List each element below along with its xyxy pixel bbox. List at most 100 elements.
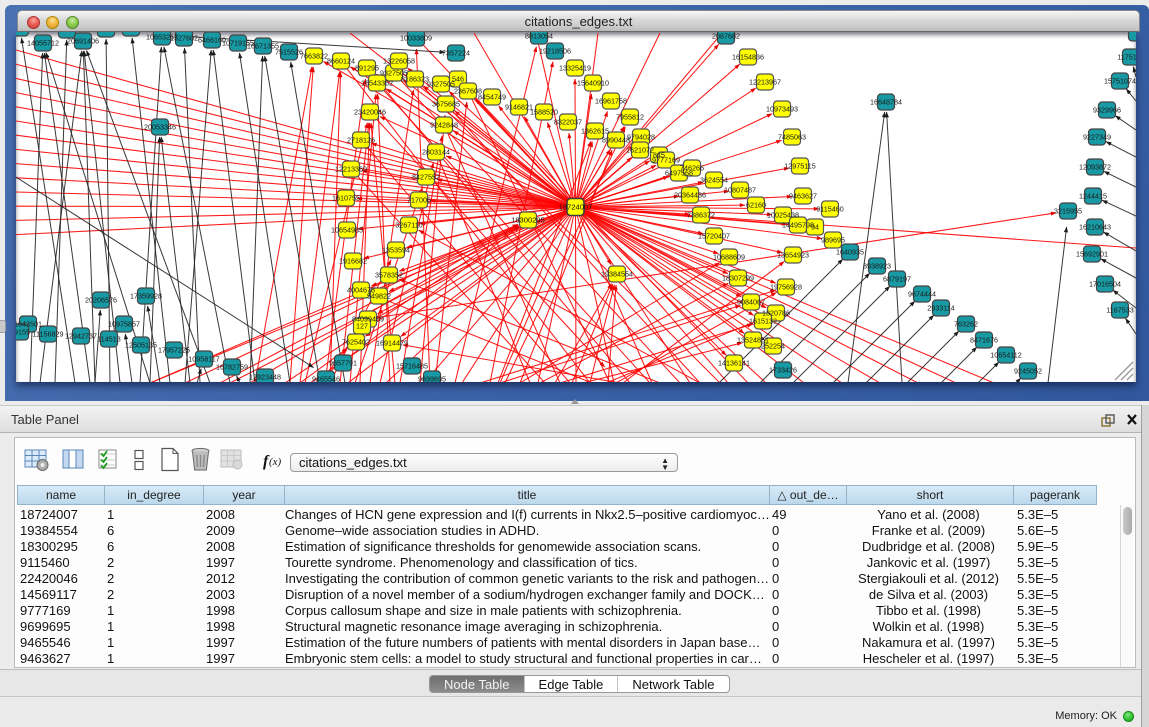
svg-text:18724007: 18724007 [559,203,593,212]
svg-text:10033809: 10033809 [400,33,432,42]
svg-text:9115460: 9115460 [816,204,843,213]
svg-text:16648784: 16648784 [870,97,902,106]
svg-text:23420046: 23420046 [354,107,386,116]
svg-text:3267110: 3267110 [395,220,422,229]
svg-text:15640910: 15640910 [577,78,609,87]
svg-text:9146821: 9146821 [505,102,533,111]
svg-text:17016504: 17016504 [1089,279,1121,288]
svg-text:20206576: 20206576 [85,295,117,304]
svg-text:8186323: 8186323 [401,74,429,83]
svg-text:10688609: 10688609 [713,252,745,261]
svg-text:16914479: 16914479 [376,338,408,347]
svg-text:19756928: 19756928 [770,282,802,291]
svg-text:9329966: 9329966 [1093,105,1121,114]
svg-text:9777169: 9777169 [652,155,680,164]
svg-text:14136141: 14136141 [718,358,750,367]
svg-text:1588520: 1588520 [530,107,558,116]
svg-text:9084067: 9084067 [737,297,765,306]
svg-text:94: 94 [811,222,819,231]
svg-text:1353594: 1353594 [382,245,410,254]
svg-text:746266: 746266 [680,163,704,172]
svg-text:19218506: 19218506 [539,46,571,55]
svg-text:989695: 989695 [821,235,845,244]
svg-text:16210643: 16210643 [1079,222,1111,231]
svg-text:6879197: 6879197 [883,274,911,283]
svg-text:14495798: 14495798 [782,220,814,229]
svg-text:1621072: 1621072 [626,145,654,154]
svg-text:1167533: 1167533 [1106,305,1133,314]
svg-text:18300295: 18300295 [511,215,545,224]
svg-text:17359928: 17359928 [130,291,162,300]
svg-text:9674444: 9674444 [908,289,936,298]
svg-text:11156829: 11156829 [33,329,64,338]
svg-text:10807487: 10807487 [724,185,756,194]
svg-text:12505135: 12505135 [125,340,157,349]
svg-text:7357224: 7357224 [442,48,470,57]
svg-text:16543362: 16543362 [361,78,393,87]
svg-text:717006: 717006 [407,195,431,204]
svg-text:3215955: 3215955 [1054,206,1082,215]
svg-text:891295: 891295 [355,63,379,72]
svg-text:1175107: 1175107 [1117,52,1136,61]
svg-text:99155: 99155 [16,327,30,336]
svg-text:12923448: 12923448 [249,372,281,381]
svg-text:16782759: 16782759 [216,362,248,371]
svg-text:1615132: 1615132 [749,316,777,325]
svg-text:2933114: 2933114 [927,303,954,312]
svg-text:9463627: 9463627 [789,191,817,200]
svg-text:15751074: 15751074 [1104,76,1136,85]
svg-text:9242848: 9242848 [430,120,458,129]
svg-text:252254: 252254 [761,341,785,350]
svg-text:10025438: 10025438 [767,210,799,219]
svg-text:12093872: 12093872 [1079,162,1111,171]
svg-text:16154836: 16154836 [732,52,764,61]
svg-text:763262: 763262 [954,319,978,328]
svg-text:8813054: 8813054 [525,32,553,40]
svg-text:7955812: 7955812 [616,112,644,121]
svg-text:2803144: 2803144 [422,147,450,156]
svg-text:8454749: 8454749 [478,92,506,101]
svg-text:3624554: 3624554 [700,175,728,184]
svg-text:18307299: 18307299 [722,273,754,282]
svg-text:62160: 62160 [746,200,766,209]
svg-text:3675685: 3675685 [432,99,460,108]
svg-text:12213369: 12213369 [335,164,367,173]
svg-text:2087682: 2087682 [712,32,740,40]
svg-text:7515526: 7515526 [275,47,303,56]
svg-text:10958117: 10958117 [188,354,219,363]
svg-text:10654112: 10654112 [990,350,1021,359]
svg-text:13325419: 13325419 [559,63,591,72]
svg-text:14055712: 14055712 [27,38,59,47]
svg-text:15716485: 15716485 [396,361,428,370]
svg-text:1733426: 1733426 [769,365,797,374]
svg-text:8471676: 8471676 [970,335,998,344]
svg-text:546: 546 [452,74,464,83]
svg-text:1610755: 1610755 [332,193,360,202]
svg-text:1527602: 1527602 [170,33,198,42]
svg-text:8938923: 8938923 [863,261,891,270]
svg-text:8990448: 8990448 [602,135,630,144]
svg-text:15720407: 15720407 [698,231,730,240]
svg-text:7663822: 7663822 [300,51,328,60]
svg-text:7625402: 7625402 [342,337,370,346]
svg-text:127: 127 [356,321,368,330]
svg-text:9465546: 9465546 [312,374,340,382]
svg-text:549822: 549822 [367,291,391,300]
svg-text:17957225: 17957225 [158,345,190,354]
svg-text:10975857: 10975857 [108,319,140,328]
svg-text:20691406: 20691406 [67,36,99,45]
svg-text:9794028: 9794028 [627,132,655,141]
svg-text:1916682: 1916682 [339,256,367,265]
svg-text:9699695: 9699695 [418,374,446,382]
svg-text:16961758: 16961758 [595,96,627,105]
svg-text:13654923: 13654923 [777,250,809,259]
svg-text:1640935: 1640935 [836,247,864,256]
svg-text:9227349: 9227349 [1083,132,1111,141]
svg-text:12942737: 12942737 [65,331,97,340]
svg-text:9657791: 9657791 [329,358,357,367]
svg-text:114513: 114513 [97,334,120,343]
svg-text:13226058: 13226058 [383,56,415,65]
svg-text:2718126: 2718126 [347,135,375,144]
svg-text:7386372: 7386372 [687,210,715,219]
svg-text:3578352: 3578352 [375,270,403,279]
